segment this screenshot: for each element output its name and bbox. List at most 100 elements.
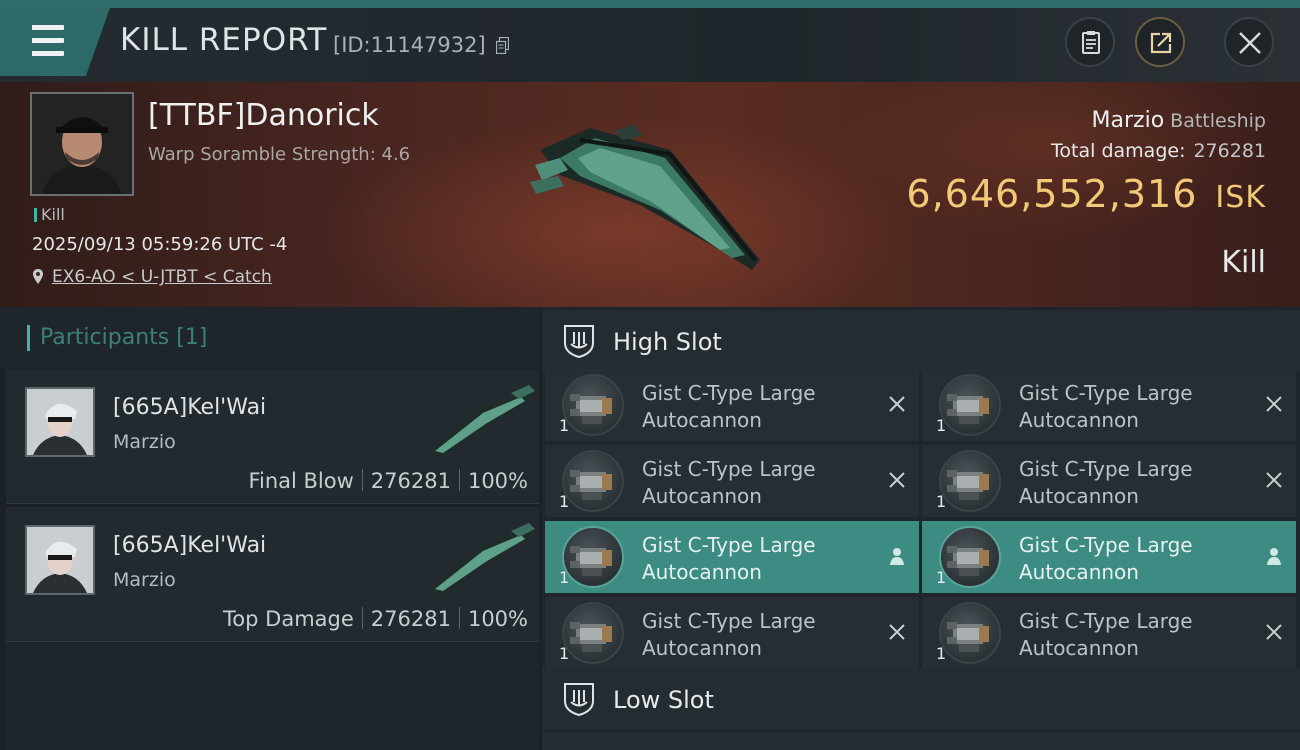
module-quantity: 1	[559, 416, 570, 435]
isk-value: 6,646,552,316 ISK	[906, 172, 1266, 216]
isk-amount: 6,646,552,316	[906, 172, 1198, 216]
participants-label: Participants [1]	[40, 325, 208, 350]
participant-role: Final Blow	[248, 469, 354, 493]
victim-name[interactable]: [TTBF]Danorick	[148, 98, 379, 133]
slot-shield-icon	[564, 683, 594, 717]
participant-name[interactable]: [665A]Kel'Wai	[113, 533, 266, 558]
participant-ship: Marzio	[113, 431, 176, 453]
total-damage: Total damage: 276281	[1051, 140, 1266, 162]
participant-stats: Final Blow 276281 100%	[248, 469, 528, 493]
module-name-line2: Autocannon	[1019, 636, 1139, 660]
participants-empty-area	[6, 643, 539, 750]
high-slot-module[interactable]: 1 Gist C-Type Large Autocannon	[922, 445, 1296, 517]
autocannon-icon	[562, 526, 624, 588]
module-name-line2: Autocannon	[642, 408, 762, 432]
module-quantity: 1	[936, 492, 947, 511]
low-slot-label: Low Slot	[613, 686, 714, 714]
module-name: Gist C-Type Large Autocannon	[642, 380, 816, 434]
location-pin-icon	[33, 269, 43, 284]
victim-ship-image	[530, 125, 760, 270]
module-name: Gist C-Type Large Autocannon	[1019, 380, 1193, 434]
high-slot-module[interactable]: 1 Gist C-Type Large Autocannon	[922, 521, 1296, 593]
participant-avatar	[25, 525, 95, 595]
autocannon-icon	[939, 374, 1001, 436]
module-name-line1: Gist C-Type Large	[642, 609, 816, 633]
page-title: KILL REPORT	[120, 22, 328, 58]
participant-ship-image	[429, 385, 535, 457]
copy-icon[interactable]	[496, 37, 509, 54]
module-name-line2: Autocannon	[1019, 560, 1139, 584]
module-name: Gist C-Type Large Autocannon	[642, 532, 816, 586]
clipboard-icon	[1082, 31, 1100, 54]
kill-location-link[interactable]: EX6-AO < U-JTBT < Catch	[32, 267, 272, 287]
module-name-line2: Autocannon	[642, 560, 762, 584]
report-id: [ID:11147932]	[333, 33, 486, 57]
warp-scramble-strength: Warp Soramble Strength: 4.6	[148, 144, 411, 165]
high-slot-module[interactable]: 1 Gist C-Type Large Autocannon	[922, 597, 1296, 669]
module-name: Gist C-Type Large Autocannon	[642, 608, 816, 662]
participant-stats: Top Damage 276281 100%	[223, 607, 528, 631]
module-quantity: 1	[936, 644, 947, 663]
kill-tag-label: Kill	[41, 205, 65, 224]
module-name-line1: Gist C-Type Large	[642, 457, 816, 481]
autocannon-icon	[939, 526, 1001, 588]
high-slot-header: High Slot	[542, 310, 1300, 372]
module-quantity: 1	[559, 568, 570, 587]
module-quantity: 1	[559, 492, 570, 511]
module-name-line1: Gist C-Type Large	[1019, 457, 1193, 481]
module-name-line2: Autocannon	[1019, 408, 1139, 432]
person-icon	[1264, 546, 1284, 566]
module-name: Gist C-Type Large Autocannon	[1019, 532, 1193, 586]
participants-header: Participants [1]	[0, 307, 540, 367]
autocannon-icon	[939, 602, 1001, 664]
top-accent-line	[0, 0, 1300, 8]
total-damage-value: 276281	[1193, 140, 1266, 162]
participant-damage: 276281	[370, 469, 451, 493]
module-quantity: 1	[936, 568, 947, 587]
participant-percent: 100%	[467, 607, 528, 631]
autocannon-icon	[939, 450, 1001, 512]
isk-unit: ISK	[1215, 180, 1266, 215]
victim-portrait[interactable]	[30, 92, 134, 196]
module-name-line1: Gist C-Type Large	[642, 381, 816, 405]
module-quantity: 1	[559, 644, 570, 663]
x-icon	[1264, 622, 1284, 642]
participant-name[interactable]: [665A]Kel'Wai	[113, 395, 266, 420]
high-slot-module[interactable]: 1 Gist C-Type Large Autocannon	[545, 597, 919, 669]
participant-card-final-blow[interactable]: [665A]Kel'Wai Marzio Final Blow 276281 100…	[6, 369, 539, 504]
participant-avatar	[25, 387, 95, 457]
module-name-line2: Autocannon	[642, 636, 762, 660]
kill-summary-banner: [TTBF]Danorick Warp Soramble Strength: 4…	[0, 82, 1300, 307]
participant-card-top-damage[interactable]: [665A]Kel'Wai Marzio Top Damage 276281 100…	[6, 507, 539, 642]
total-damage-label: Total damage:	[1051, 140, 1186, 162]
high-slot-module[interactable]: 1 Gist C-Type Large Autocannon	[922, 369, 1296, 441]
module-name-line1: Gist C-Type Large	[1019, 609, 1193, 633]
kill-result: Kill	[1221, 245, 1266, 280]
kill-tag: Kill	[34, 205, 65, 224]
clipboard-button[interactable]	[1065, 17, 1115, 67]
module-name: Gist C-Type Large Autocannon	[1019, 608, 1193, 662]
location-text[interactable]: EX6-AO < U-JTBT < Catch	[52, 267, 272, 287]
hamburger-menu-icon	[26, 25, 64, 57]
low-slot-partial-row	[542, 732, 1300, 750]
close-button[interactable]	[1224, 17, 1274, 67]
module-name: Gist C-Type Large Autocannon	[642, 456, 816, 510]
x-icon	[887, 394, 907, 414]
victim-ship-class: Battleship	[1170, 110, 1266, 132]
victim-ship-line: Marzio Battleship	[1092, 108, 1266, 133]
participant-percent: 100%	[467, 469, 528, 493]
kill-datetime: 2025/09/13 05:59:26 UTC -4	[32, 234, 288, 255]
module-name-line2: Autocannon	[642, 484, 762, 508]
x-icon	[887, 470, 907, 490]
module-name-line1: Gist C-Type Large	[642, 533, 816, 557]
slot-shield-icon	[564, 325, 594, 359]
victim-ship-name[interactable]: Marzio	[1092, 108, 1165, 133]
high-slot-module[interactable]: 1 Gist C-Type Large Autocannon	[545, 369, 919, 441]
high-slot-module[interactable]: 1 Gist C-Type Large Autocannon	[545, 521, 919, 593]
autocannon-icon	[562, 450, 624, 512]
high-slot-module[interactable]: 1 Gist C-Type Large Autocannon	[545, 445, 919, 517]
module-name-line1: Gist C-Type Large	[1019, 533, 1193, 557]
participant-damage: 276281	[370, 607, 451, 631]
module-name: Gist C-Type Large Autocannon	[1019, 456, 1193, 510]
share-button[interactable]	[1135, 17, 1185, 67]
